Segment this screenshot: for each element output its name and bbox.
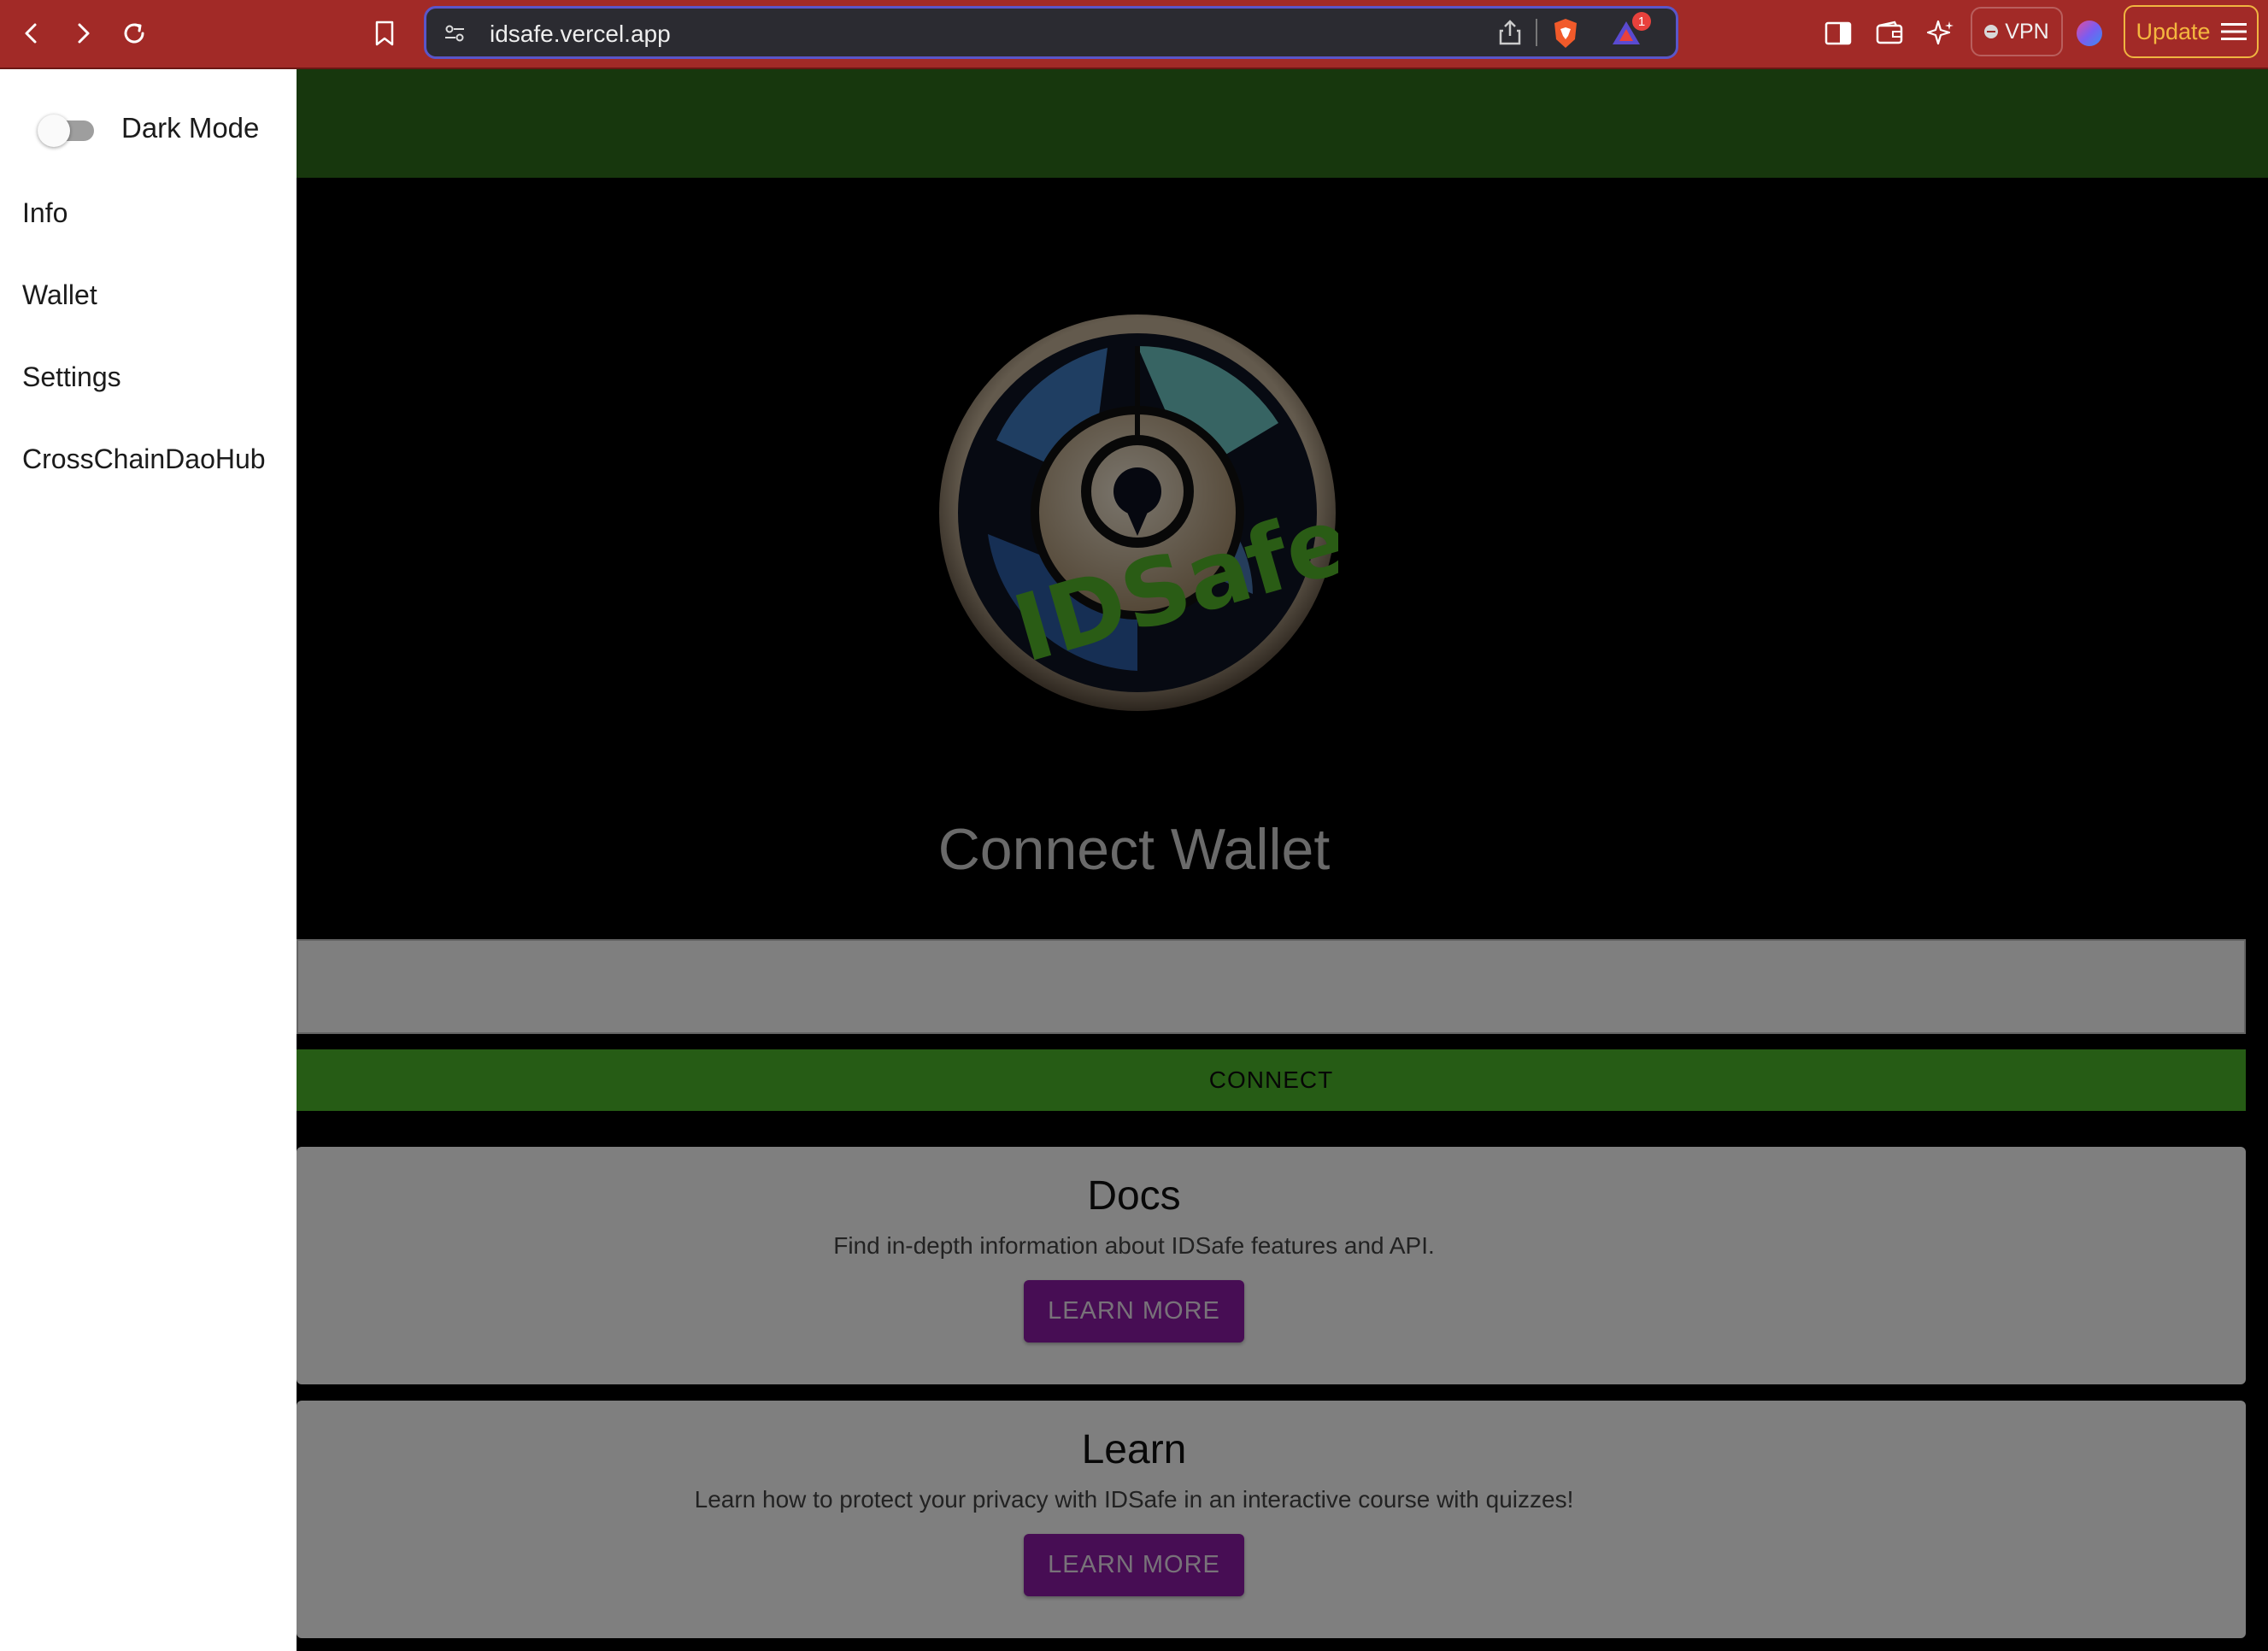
reload-icon[interactable] — [115, 14, 154, 53]
browser-toolbar: idsafe.vercel.app 1 VPN Update — [0, 0, 2268, 69]
update-button[interactable]: Update — [2124, 5, 2259, 58]
update-label: Update — [2136, 18, 2211, 44]
profile-avatar-icon[interactable] — [2070, 14, 2109, 53]
leo-ai-icon[interactable] — [1921, 14, 1960, 53]
vpn-status-icon — [1984, 25, 1999, 38]
nav-item-crosschaindaohub[interactable]: CrossChainDaoHub — [22, 444, 266, 475]
drawer-backdrop[interactable] — [297, 69, 2268, 1651]
notification-badge: 1 — [1632, 12, 1651, 31]
share-icon[interactable] — [1498, 19, 1522, 50]
nav-item-wallet[interactable]: Wallet — [22, 279, 97, 311]
nav-item-info[interactable]: Info — [22, 197, 68, 229]
dark-mode-label: Dark Mode — [121, 112, 260, 144]
divider — [1536, 19, 1537, 46]
toggle-thumb — [38, 115, 70, 147]
forward-icon[interactable] — [63, 14, 103, 53]
back-icon[interactable] — [12, 14, 51, 53]
nav-item-settings[interactable]: Settings — [22, 361, 121, 393]
url-text[interactable]: idsafe.vercel.app — [490, 21, 671, 48]
dark-mode-toggle[interactable] — [36, 114, 103, 148]
brave-shields-icon[interactable] — [1551, 17, 1580, 54]
menu-icon — [2220, 23, 2247, 40]
vpn-label: VPN — [2005, 19, 2049, 44]
site-settings-icon[interactable] — [442, 21, 467, 50]
bookmark-icon[interactable] — [365, 14, 404, 53]
wallet-icon[interactable] — [1870, 14, 1909, 53]
vpn-button[interactable]: VPN — [1971, 7, 2063, 56]
sidebar-toggle-icon[interactable] — [1819, 14, 1858, 53]
navigation-drawer: Dark Mode Info Wallet Settings CrossChai… — [0, 69, 297, 1651]
address-bar[interactable]: idsafe.vercel.app — [424, 6, 1678, 59]
